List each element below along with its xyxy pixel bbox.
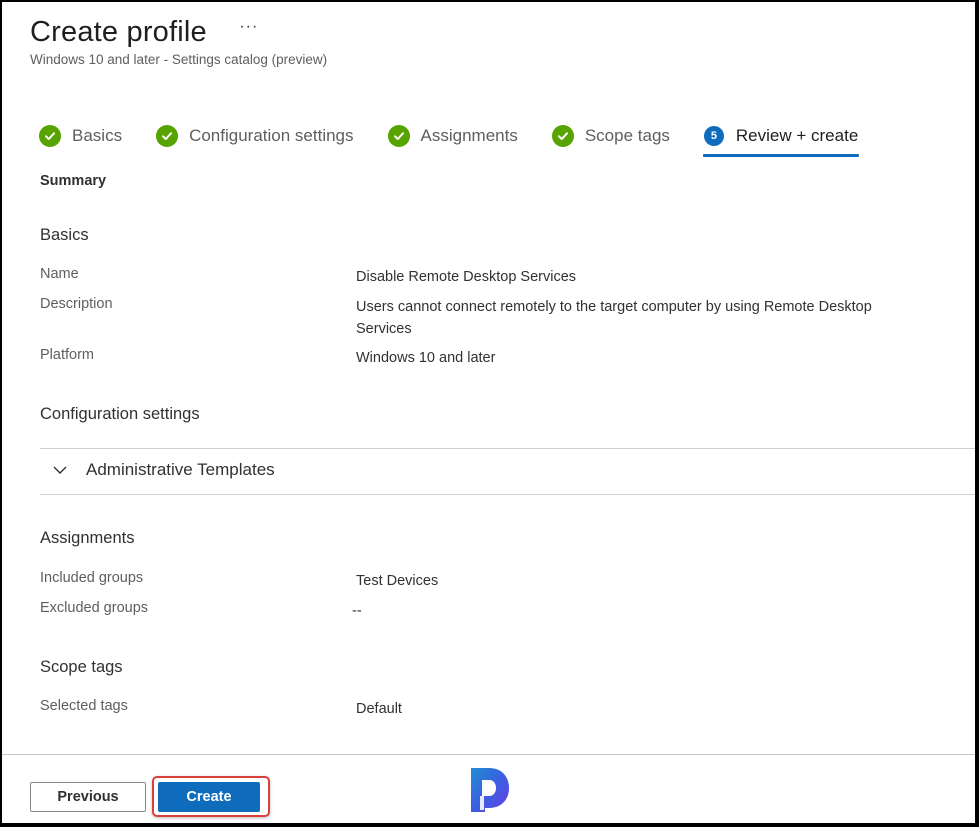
field-value: Test Devices bbox=[356, 573, 439, 589]
page-header: Create profile ··· Windows 10 and later … bbox=[30, 16, 327, 67]
configuration-heading: Configuration settings bbox=[40, 405, 200, 423]
accordion-label: Administrative Templates bbox=[86, 460, 275, 479]
step-number-badge: 5 bbox=[703, 126, 724, 146]
step-label: Assignments bbox=[420, 126, 518, 145]
field-value: Default bbox=[356, 701, 402, 717]
check-circle-icon bbox=[156, 125, 179, 147]
field-value: Users cannot connect remotely to the tar… bbox=[356, 299, 872, 337]
previous-button[interactable]: Previous bbox=[30, 782, 146, 812]
basics-heading: Basics bbox=[40, 226, 89, 244]
step-label: Configuration settings bbox=[189, 126, 354, 145]
administrative-templates-accordion[interactable]: Administrative Templates bbox=[52, 460, 275, 480]
create-button[interactable]: Create bbox=[158, 782, 260, 812]
step-assignments[interactable]: Assignments bbox=[387, 118, 518, 154]
field-label: Included groups bbox=[40, 570, 144, 586]
scope-tags-heading: Scope tags bbox=[40, 658, 123, 676]
footer-divider bbox=[2, 754, 975, 755]
step-configuration-settings[interactable]: Configuration settings bbox=[156, 118, 354, 154]
wizard-steps: Basics Configuration settings Assignment… bbox=[39, 118, 892, 157]
page-title: Create profile bbox=[30, 16, 207, 48]
field-label: Description bbox=[40, 296, 113, 312]
summary-heading: Summary bbox=[40, 173, 107, 189]
step-scope-tags[interactable]: Scope tags bbox=[551, 118, 670, 154]
field-label: Name bbox=[40, 266, 79, 282]
chevron-down-icon bbox=[53, 466, 67, 474]
step-basics[interactable]: Basics bbox=[39, 118, 122, 154]
create-profile-page: Create profile ··· Windows 10 and later … bbox=[2, 2, 975, 823]
divider bbox=[40, 448, 975, 449]
step-review-create[interactable]: 5 Review + create bbox=[702, 118, 860, 157]
watermark-logo-icon bbox=[471, 768, 509, 812]
step-label: Basics bbox=[72, 126, 123, 145]
step-label: Review + create bbox=[735, 126, 859, 145]
field-label: Excluded groups bbox=[40, 600, 149, 616]
divider bbox=[40, 494, 975, 495]
more-options-icon[interactable]: ··· bbox=[239, 18, 258, 36]
check-circle-icon bbox=[39, 125, 61, 147]
field-value: -- bbox=[352, 603, 362, 619]
check-circle-icon bbox=[551, 125, 574, 147]
field-label: Platform bbox=[40, 347, 94, 363]
check-circle-icon bbox=[387, 125, 410, 147]
field-label: Selected tags bbox=[40, 698, 128, 714]
page-subtitle: Windows 10 and later - Settings catalog … bbox=[30, 52, 328, 67]
step-label: Scope tags bbox=[584, 126, 670, 145]
field-value: Disable Remote Desktop Services bbox=[356, 269, 577, 285]
assignments-heading: Assignments bbox=[40, 529, 135, 547]
field-value: Windows 10 and later bbox=[356, 350, 496, 366]
